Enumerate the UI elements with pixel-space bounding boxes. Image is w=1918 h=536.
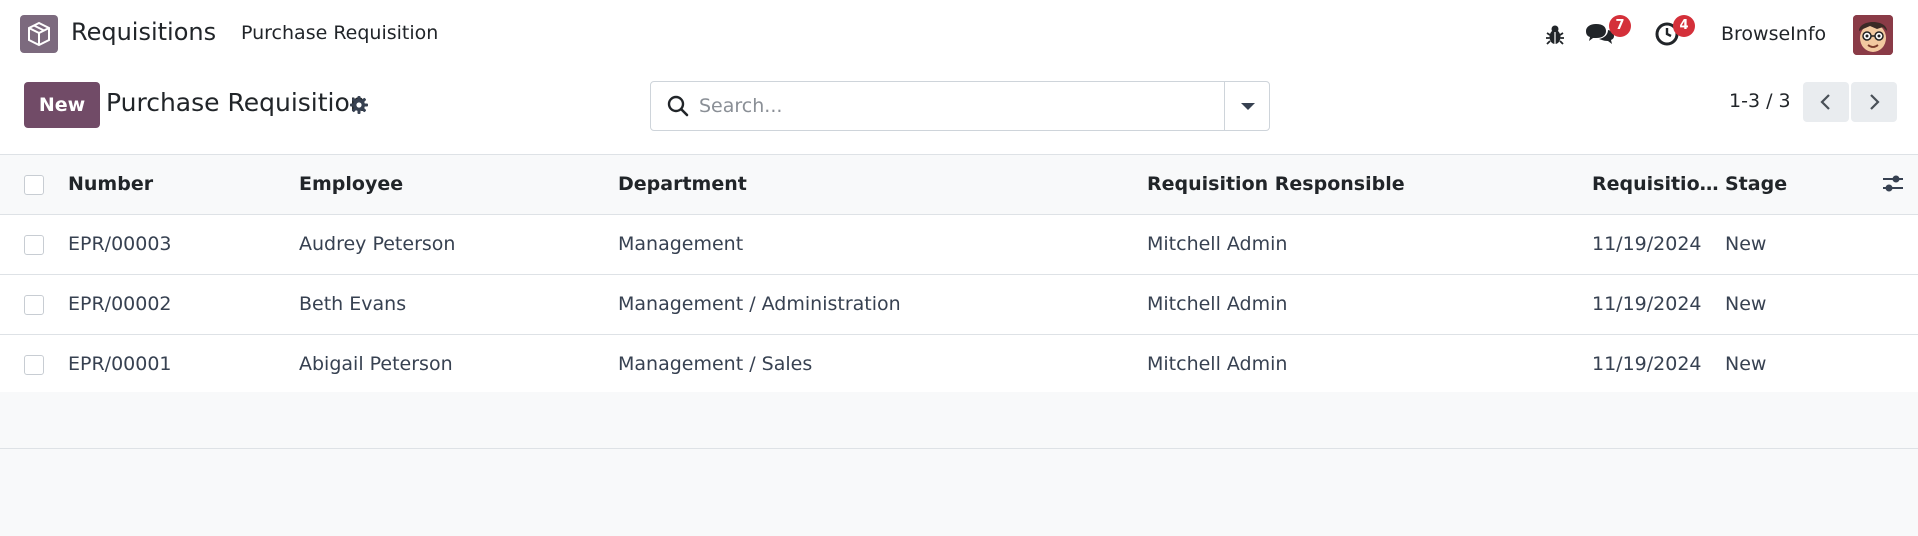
page-title: Purchase Requisition	[106, 88, 366, 117]
pager-next-button[interactable]	[1851, 82, 1897, 122]
cell-employee: Beth Evans	[299, 293, 407, 315]
chevron-left-icon	[1820, 94, 1830, 110]
column-header-number[interactable]: Number	[68, 155, 288, 214]
cell-responsible: Mitchell Admin	[1147, 233, 1288, 255]
search-options-toggle[interactable]	[1224, 82, 1269, 130]
cell-stage: New	[1725, 353, 1767, 375]
activities-badge: 4	[1673, 15, 1695, 37]
cell-department: Management / Administration	[618, 293, 901, 315]
cell-department: Management / Sales	[618, 353, 813, 375]
cell-stage: New	[1725, 233, 1767, 255]
cell-number: EPR/00002	[68, 293, 172, 315]
column-header-stage[interactable]: Stage	[1725, 155, 1845, 214]
column-header-requisition-date[interactable]: Requisitio...	[1592, 155, 1720, 214]
row-checkbox[interactable]	[24, 235, 44, 255]
bug-icon[interactable]	[1545, 24, 1565, 50]
table-row[interactable]: EPR/00003 Audrey Peterson Management Mit…	[0, 215, 1918, 275]
cell-employee: Audrey Peterson	[299, 233, 456, 255]
column-header-department[interactable]: Department	[618, 155, 1138, 214]
caret-down-icon	[1241, 103, 1255, 110]
control-panel: New Purchase Requisition 1-3 / 3	[0, 68, 1918, 155]
row-checkbox[interactable]	[24, 295, 44, 315]
menu-item-purchase-requisition[interactable]: Purchase Requisition	[241, 22, 438, 44]
cell-number: EPR/00001	[68, 353, 172, 375]
search-input[interactable]	[697, 92, 1221, 120]
cell-employee: Abigail Peterson	[299, 353, 453, 375]
cell-date: 11/19/2024	[1592, 293, 1702, 315]
chevron-right-icon	[1870, 94, 1880, 110]
table-row[interactable]: EPR/00002 Beth Evans Management / Admini…	[0, 275, 1918, 335]
table-row[interactable]: EPR/00001 Abigail Peterson Management / …	[0, 335, 1918, 395]
new-button[interactable]: New	[24, 82, 100, 128]
user-avatar[interactable]	[1853, 15, 1893, 55]
column-header-employee[interactable]: Employee	[299, 155, 599, 214]
cell-responsible: Mitchell Admin	[1147, 293, 1288, 315]
cell-number: EPR/00003	[68, 233, 172, 255]
messages-badge: 7	[1609, 15, 1631, 37]
top-navbar: Requisitions Purchase Requisition 7 4 Br…	[0, 0, 1918, 68]
cell-date: 11/19/2024	[1592, 353, 1702, 375]
pager-value[interactable]: 1-3 / 3	[1729, 90, 1791, 112]
row-checkbox[interactable]	[24, 355, 44, 375]
pager-previous-button[interactable]	[1803, 82, 1849, 122]
cell-responsible: Mitchell Admin	[1147, 353, 1288, 375]
select-all-checkbox[interactable]	[24, 175, 44, 195]
search-icon	[667, 95, 689, 121]
requisitions-app-icon[interactable]	[20, 15, 58, 53]
gear-icon[interactable]	[350, 96, 368, 118]
app-name[interactable]: Requisitions	[71, 18, 216, 46]
cell-stage: New	[1725, 293, 1767, 315]
cell-date: 11/19/2024	[1592, 233, 1702, 255]
cell-department: Management	[618, 233, 744, 255]
column-header-requisition-responsible[interactable]: Requisition Responsible	[1147, 155, 1587, 214]
table-header: Number Employee Department Requisition R…	[0, 155, 1918, 215]
table-footer-area	[0, 392, 1918, 449]
search-bar	[650, 81, 1270, 131]
company-switcher[interactable]: BrowseInfo	[1721, 23, 1826, 45]
requisitions-table: Number Employee Department Requisition R…	[0, 155, 1918, 395]
optional-columns-sliders-icon[interactable]	[1882, 174, 1904, 198]
